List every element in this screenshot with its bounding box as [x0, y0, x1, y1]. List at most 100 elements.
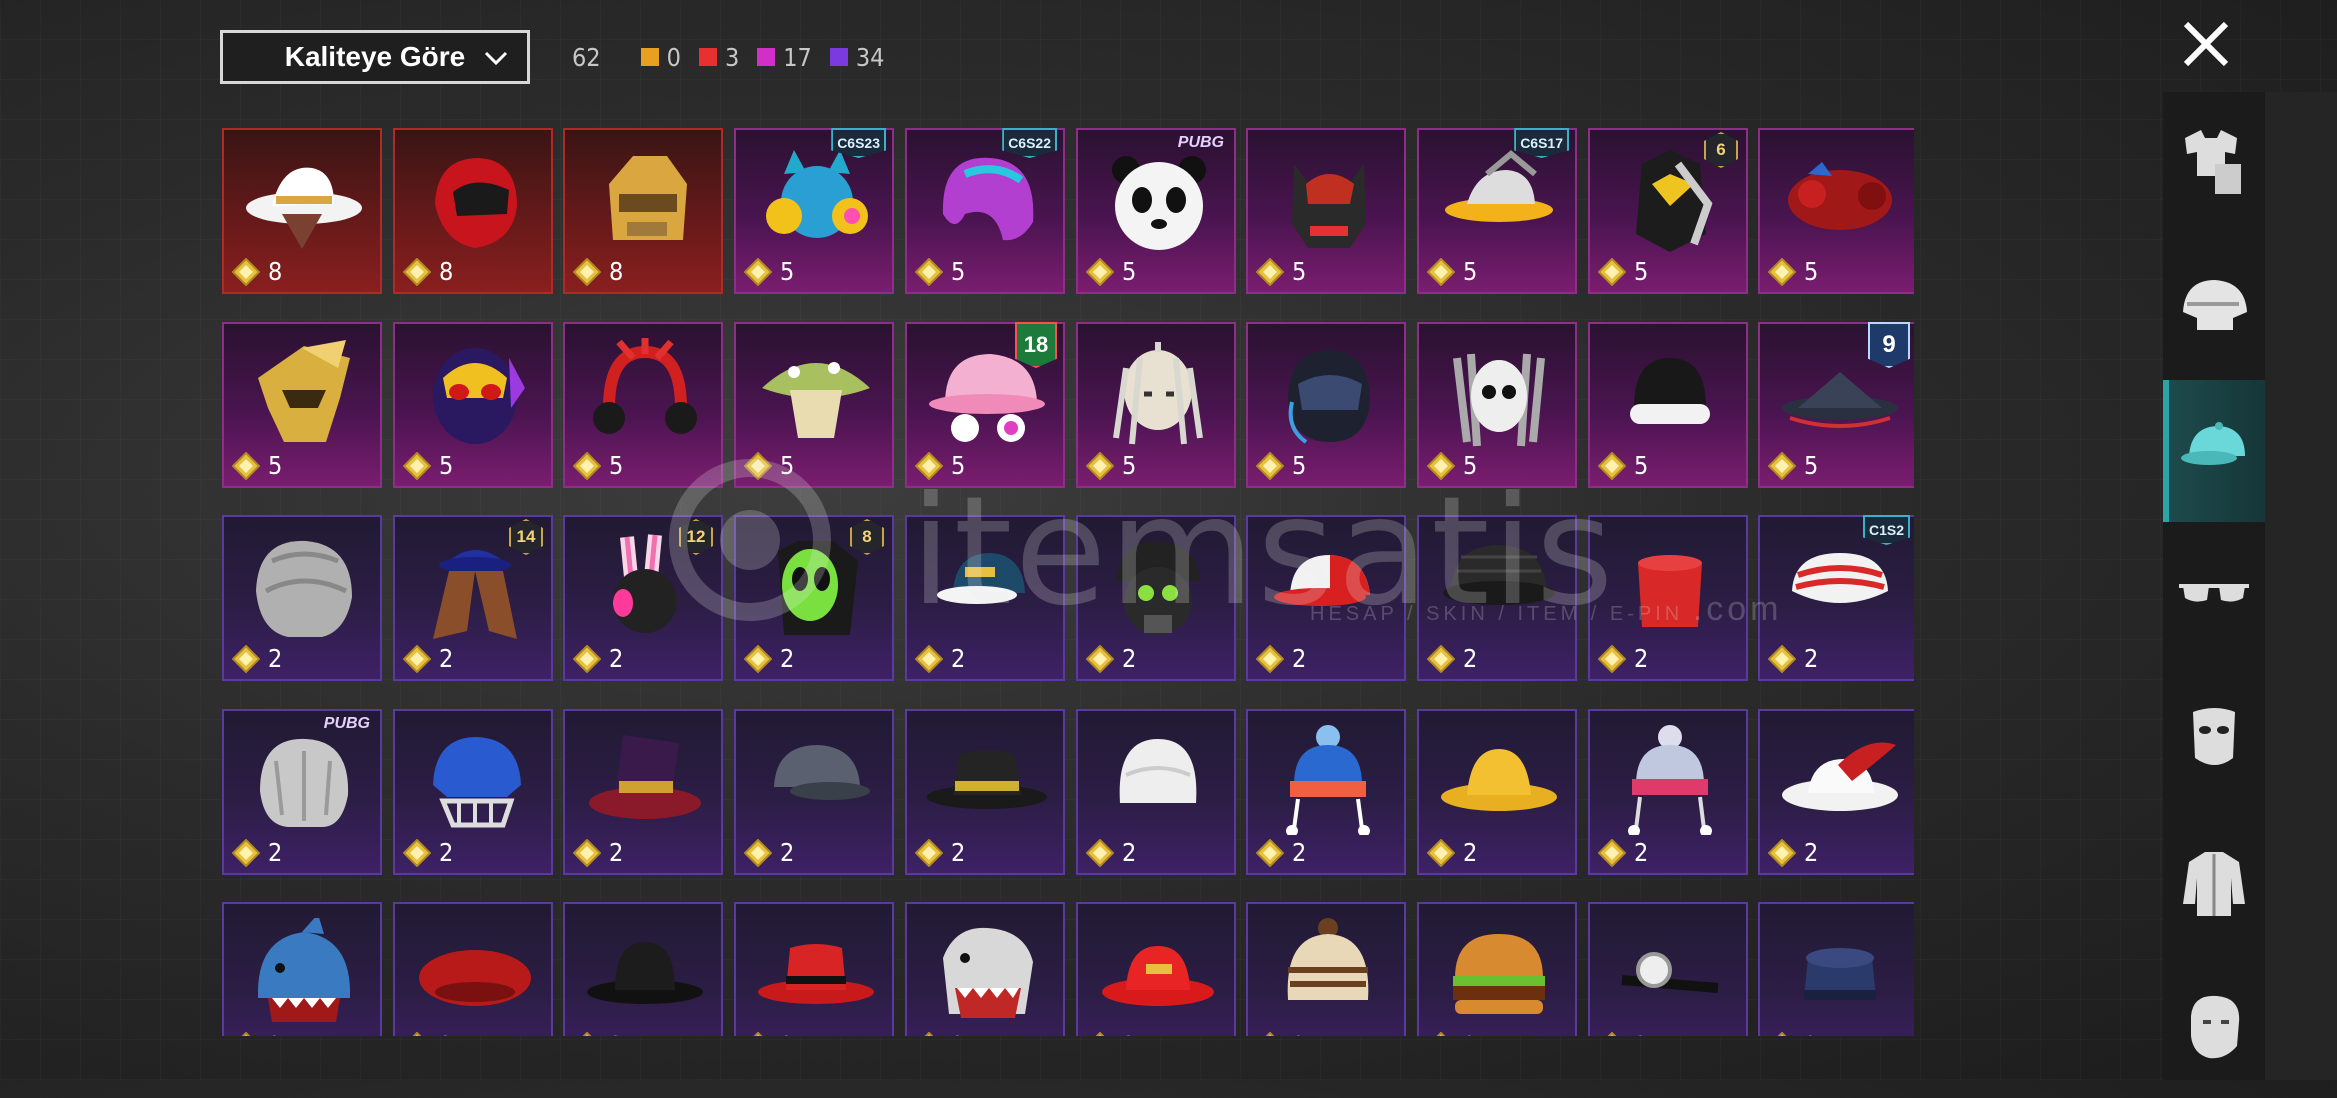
item-slot[interactable]: 5: [393, 322, 553, 488]
item-slot[interactable]: 2: [1246, 902, 1406, 1036]
item-slot[interactable]: 2: [222, 902, 382, 1036]
item-slot[interactable]: 2: [1246, 709, 1406, 875]
gold-diamond-icon: [1256, 257, 1284, 286]
gold-diamond-icon: [1598, 451, 1626, 480]
gold-diamond-icon: [1086, 257, 1114, 286]
gold-diamond-icon: [1256, 838, 1284, 867]
item-slot[interactable]: 2: [734, 902, 894, 1036]
gold-diamond-icon: [573, 451, 601, 480]
item-slot[interactable]: C6S17 5: [1417, 128, 1577, 294]
gold-dragon-helmet-icon: [258, 340, 350, 442]
item-slot[interactable]: 2: [1076, 709, 1236, 875]
item-quantity: 2: [915, 644, 965, 673]
item-slot[interactable]: 2: [734, 709, 894, 875]
season-badge: 9: [1868, 322, 1910, 368]
item-slot[interactable]: 2: [222, 515, 382, 681]
item-slot[interactable]: 65: [1588, 128, 1748, 294]
item-quantity: 8: [573, 257, 623, 286]
gold-diamond-icon: [1436, 1031, 1446, 1036]
item-slot[interactable]: 2: [1588, 902, 1748, 1036]
item-slot[interactable]: 5: [1076, 322, 1236, 488]
item-slot[interactable]: 2: [393, 709, 553, 875]
item-slot[interactable]: 2: [905, 515, 1065, 681]
item-slot[interactable]: C1S2 2: [1758, 515, 1914, 681]
item-quantity: 5: [1086, 257, 1136, 286]
item-slot[interactable]: 5: [734, 322, 894, 488]
gold-diamond-icon: [1768, 838, 1796, 867]
item-slot[interactable]: PUBG 5: [1076, 128, 1236, 294]
item-slot[interactable]: 2: [1417, 709, 1577, 875]
gold-diamond-icon: [1598, 644, 1626, 673]
item-slot[interactable]: 5: [1417, 322, 1577, 488]
item-quantity: 5: [744, 451, 794, 480]
jacket-tab[interactable]: [2163, 812, 2265, 954]
item-slot[interactable]: 2: [905, 709, 1065, 875]
item-slot[interactable]: 8: [222, 128, 382, 294]
item-slot[interactable]: 95: [1758, 322, 1914, 488]
item-quantity: 5: [403, 451, 453, 480]
item-slot[interactable]: 5: [1758, 128, 1914, 294]
item-slot[interactable]: 12 2: [563, 515, 723, 681]
blue-pom-hat-icon: [1286, 725, 1370, 835]
item-slot[interactable]: 8: [563, 128, 723, 294]
gold-diamond-icon: [915, 257, 943, 286]
red-fedora-icon: [758, 944, 874, 1004]
season-badge: PUBG: [323, 715, 370, 732]
item-slot[interactable]: 2: [1417, 515, 1577, 681]
item-slot[interactable]: 18 5: [905, 322, 1065, 488]
item-slot[interactable]: 5: [1246, 128, 1406, 294]
item-slot[interactable]: 2: [563, 902, 723, 1036]
item-quantity: 2: [1256, 644, 1306, 673]
item-slot[interactable]: C6S22 5: [905, 128, 1065, 294]
season-badge: PUBG: [1177, 134, 1224, 151]
item-slot[interactable]: 5: [1588, 322, 1748, 488]
red-hair-icon: [1788, 162, 1892, 230]
item-slot[interactable]: 2: [1758, 902, 1914, 1036]
hat-tab[interactable]: [2163, 380, 2265, 522]
musketeer-hat-icon: [1782, 742, 1898, 811]
item-slot[interactable]: 2: [1588, 515, 1748, 681]
item-slot[interactable]: 8: [393, 128, 553, 294]
item-slot[interactable]: 5: [222, 322, 382, 488]
outfit-tab[interactable]: [2163, 92, 2265, 234]
item-slot[interactable]: C6S23 5: [734, 128, 894, 294]
item-slot[interactable]: 2: [1246, 515, 1406, 681]
item-quantity: 2: [744, 838, 794, 867]
item-slot[interactable]: 5: [1246, 322, 1406, 488]
item-quantity: 2: [573, 838, 623, 867]
red-bucket-hat-icon: [1102, 946, 1214, 1006]
gold-diamond-icon: [232, 644, 260, 673]
feather-visor-cap-icon: [1445, 150, 1553, 222]
item-slot[interactable]: 2: [393, 902, 553, 1036]
item-quantity: 8: [403, 257, 453, 286]
item-slot[interactable]: 2: [1417, 902, 1577, 1036]
item-quantity: 5: [915, 257, 965, 286]
gold-diamond-icon: [1427, 257, 1455, 286]
item-slot[interactable]: PUBG 2: [222, 709, 382, 875]
item-slot[interactable]: 2: [905, 902, 1065, 1036]
rare-swatch: [829, 48, 848, 66]
item-slot[interactable]: 2: [563, 709, 723, 875]
item-slot[interactable]: 14 2: [393, 515, 553, 681]
burger-hat-icon: [1453, 934, 1545, 1014]
sort-dropdown[interactable]: Kaliteye Göre: [220, 30, 530, 84]
glasses-tab[interactable]: [2163, 524, 2265, 666]
item-slot[interactable]: 82: [734, 515, 894, 681]
item-slot[interactable]: 2: [1758, 709, 1914, 875]
item-quantity: 8: [232, 257, 282, 286]
item-slot[interactable]: 2: [1076, 515, 1236, 681]
gold-diamond-icon: [1256, 451, 1284, 480]
face-tab[interactable]: [2163, 956, 2265, 1098]
gold-diamond-icon: [915, 838, 943, 867]
skull-hair-icon: [1453, 353, 1545, 447]
close-icon[interactable]: [2176, 14, 2236, 74]
mask-tab[interactable]: [2163, 668, 2265, 810]
helmet-tab[interactable]: [2163, 236, 2265, 378]
gold-diamond-icon: [1598, 257, 1626, 286]
item-slot[interactable]: 5: [563, 322, 723, 488]
item-slot[interactable]: 2: [1076, 902, 1236, 1036]
gold-mech-helmet-icon: [609, 156, 687, 240]
item-quantity: 5: [1427, 257, 1477, 286]
gold-diamond-icon: [1777, 1031, 1787, 1036]
item-slot[interactable]: 2: [1588, 709, 1748, 875]
